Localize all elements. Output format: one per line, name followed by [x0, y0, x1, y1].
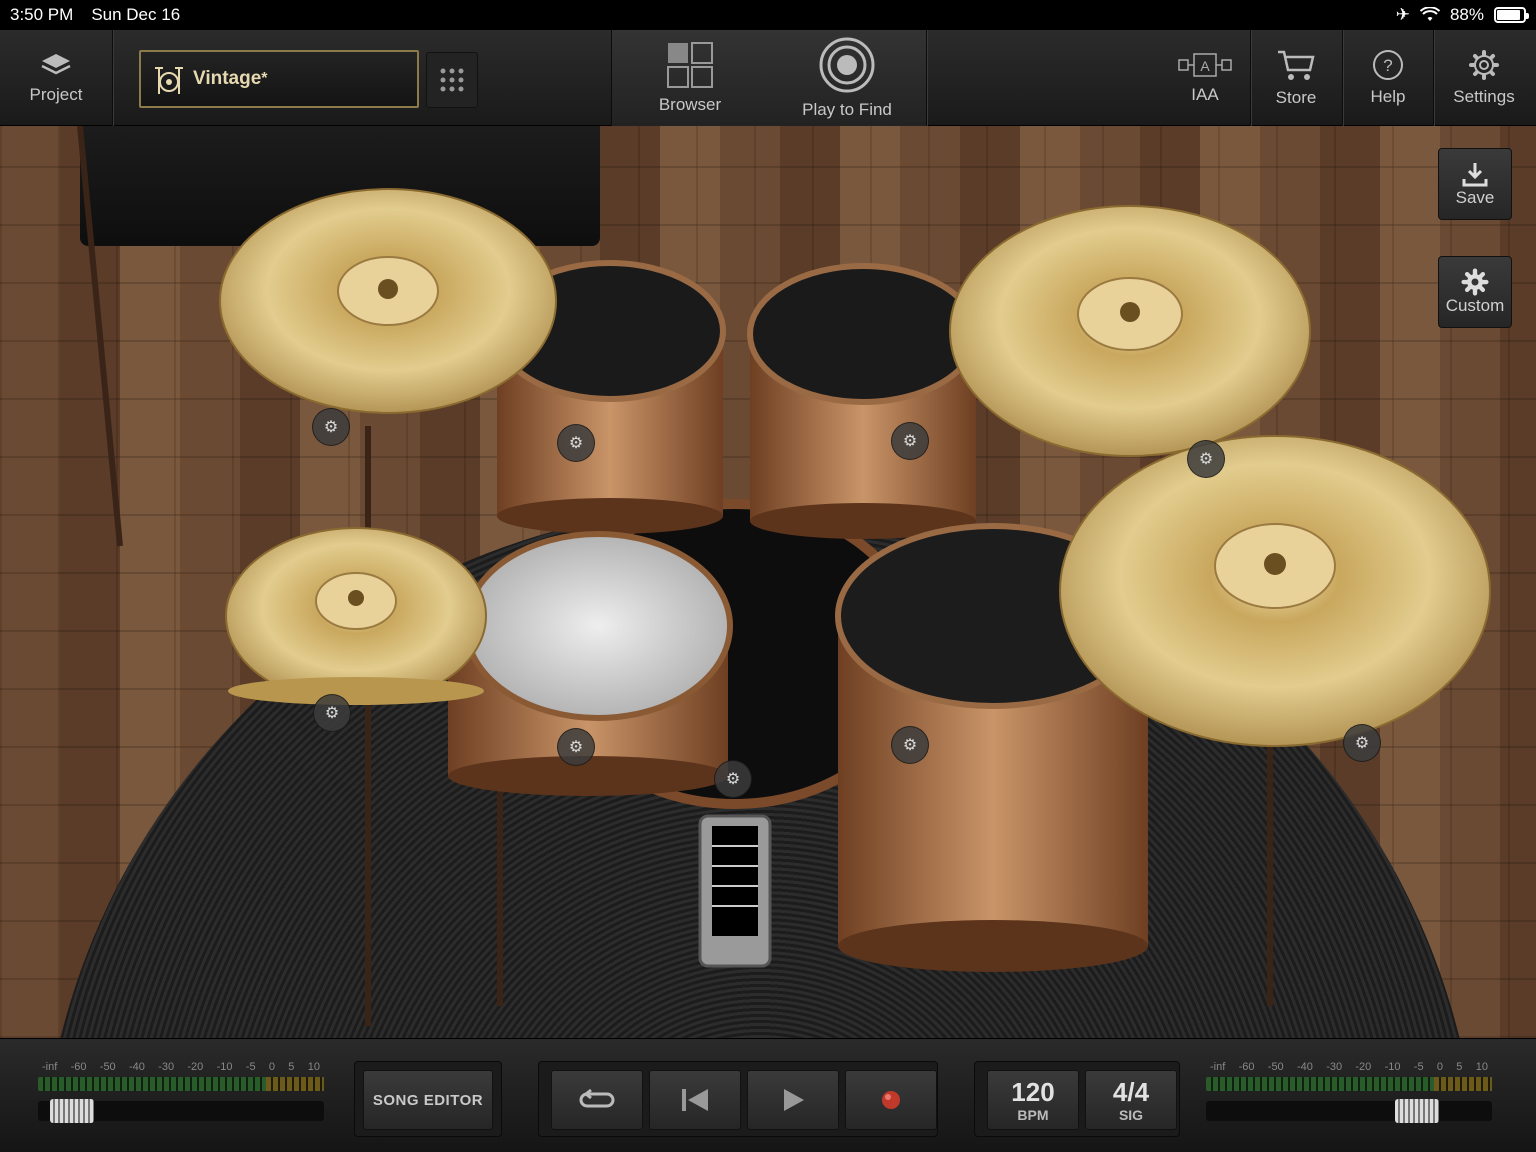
- status-right: ✈ 88%: [1395, 5, 1529, 25]
- tom-2[interactable]: [747, 263, 979, 539]
- target-icon: [819, 37, 875, 93]
- preset-modified-mark: *: [261, 70, 268, 87]
- wifi-icon: [1419, 7, 1440, 21]
- snare-settings-gear-icon[interactable]: ⚙: [557, 728, 595, 766]
- play-to-find-button[interactable]: Play to Find: [768, 30, 926, 126]
- fader-handle[interactable]: [1395, 1099, 1439, 1123]
- grid-icon: [440, 68, 464, 92]
- crash-left-settings-gear-icon[interactable]: ⚙: [312, 408, 350, 446]
- tempo-button[interactable]: 120 BPM: [987, 1070, 1079, 1130]
- iaa-button[interactable]: A IAA: [1160, 30, 1250, 126]
- sig-unit: SIG: [1118, 1106, 1144, 1123]
- save-button[interactable]: Save: [1438, 148, 1512, 220]
- loop-button[interactable]: [551, 1070, 643, 1130]
- floor-tom-settings-gear-icon[interactable]: ⚙: [891, 726, 929, 764]
- meter-scale: -inf -60 -50 -40 -30 -20 -10 -5 05 10: [42, 1061, 320, 1073]
- tempo-value: 120: [1011, 1076, 1055, 1107]
- hihat[interactable]: [225, 527, 487, 705]
- gear-icon: [1461, 268, 1489, 296]
- bottom-bar: -inf -60 -50 -40 -30 -20 -10 -5 05 10 SONG E…: [0, 1038, 1536, 1152]
- help-button[interactable]: ? Help: [1343, 30, 1433, 126]
- tempo-panel: 120 BPM 4/4 SIG: [974, 1061, 1180, 1137]
- crash-right-settings-gear-icon[interactable]: ⚙: [1187, 440, 1225, 478]
- status-bar: 3:50 PM Sun Dec 16 ✈ 88%: [0, 0, 1536, 30]
- rewind-icon: [682, 1089, 708, 1111]
- battery-percent: 88%: [1449, 5, 1484, 24]
- loop-icon: [579, 1088, 615, 1108]
- ride-cymbal[interactable]: [1059, 435, 1491, 747]
- help-icon: ?: [1373, 50, 1403, 80]
- sig-value: 4/4: [1112, 1076, 1150, 1107]
- fader-handle[interactable]: [50, 1099, 94, 1123]
- iaa-icon: A: [1178, 53, 1232, 77]
- crash-cymbal-left[interactable]: [219, 188, 557, 414]
- gear-icon: [1469, 50, 1499, 80]
- meter-leds: [38, 1077, 324, 1091]
- tempo-unit: BPM: [1017, 1106, 1049, 1123]
- preset-name: Vintage: [193, 68, 262, 89]
- input-fader[interactable]: [38, 1099, 324, 1123]
- tom-1-settings-gear-icon[interactable]: ⚙: [557, 424, 595, 462]
- project-label: Project: [29, 85, 83, 104]
- divider: [112, 30, 113, 126]
- hihat-settings-gear-icon[interactable]: ⚙: [313, 694, 351, 732]
- download-icon: [1462, 163, 1488, 187]
- status-time: 3:50 PM: [10, 5, 74, 24]
- browser-grid-icon: [667, 42, 713, 88]
- song-editor-button[interactable]: SONG EDITOR: [363, 1070, 493, 1130]
- record-button[interactable]: [845, 1070, 937, 1130]
- layers-icon: [41, 54, 71, 75]
- save-label: Save: [1455, 188, 1495, 207]
- settings-button[interactable]: Settings: [1434, 30, 1534, 126]
- status-date: Sun Dec 16: [91, 5, 181, 24]
- airplane-icon: ✈: [1395, 5, 1410, 24]
- crash-cymbal-right[interactable]: [949, 205, 1311, 457]
- settings-label: Settings: [1453, 87, 1515, 106]
- record-icon: [882, 1091, 900, 1109]
- transport-panel: [538, 1061, 938, 1137]
- meter-leds: [1206, 1077, 1492, 1091]
- iaa-label: IAA: [1191, 85, 1219, 104]
- project-button[interactable]: Project: [0, 30, 112, 126]
- ride-settings-gear-icon[interactable]: ⚙: [1343, 724, 1381, 762]
- battery-icon: [1494, 7, 1529, 23]
- custom-button[interactable]: Custom: [1438, 256, 1512, 328]
- tom-2-settings-gear-icon[interactable]: ⚙: [891, 422, 929, 460]
- time-signature-button[interactable]: 4/4 SIG: [1085, 1070, 1177, 1130]
- play-to-find-label: Play to Find: [802, 100, 892, 119]
- divider: [926, 30, 927, 126]
- custom-label: Custom: [1445, 296, 1505, 315]
- store-label: Store: [1275, 88, 1317, 107]
- svg-text:A: A: [1200, 58, 1210, 74]
- meter-scale: -inf -60 -50 -40 -30 -20 -10 -5 05 10: [1210, 1061, 1488, 1073]
- right-level-meter: -inf -60 -50 -40 -30 -20 -10 -5 05 10: [1206, 1061, 1492, 1131]
- browser-label: Browser: [658, 95, 722, 114]
- rewind-button[interactable]: [649, 1070, 741, 1130]
- output-fader[interactable]: [1206, 1099, 1492, 1123]
- play-icon: [784, 1089, 804, 1111]
- drum-stage: ⚙ ⚙ ⚙ ⚙ ⚙ ⚙ ⚙ ⚙ ⚙ Save Custom: [0, 126, 1536, 1038]
- browser-button[interactable]: Browser: [612, 30, 768, 126]
- song-editor-panel: SONG EDITOR: [354, 1061, 502, 1137]
- preset-grid-button[interactable]: [426, 52, 478, 108]
- kick-pedal[interactable]: [698, 814, 772, 968]
- kick-settings-gear-icon[interactable]: ⚙: [714, 760, 752, 798]
- preset-selector[interactable]: Vintage *: [139, 50, 419, 108]
- drum-kit-icon: [155, 67, 183, 94]
- store-button[interactable]: Store: [1251, 30, 1341, 126]
- svg-text:?: ?: [1383, 56, 1392, 75]
- top-toolbar: Project Vintage * Browser Play to Find A…: [0, 30, 1536, 126]
- play-button[interactable]: [747, 1070, 839, 1130]
- cart-icon: [1278, 50, 1315, 80]
- drum-kit-illustration: [77, 126, 1491, 1026]
- help-label: Help: [1370, 87, 1406, 106]
- left-level-meter: -inf -60 -50 -40 -30 -20 -10 -5 05 10: [38, 1061, 324, 1131]
